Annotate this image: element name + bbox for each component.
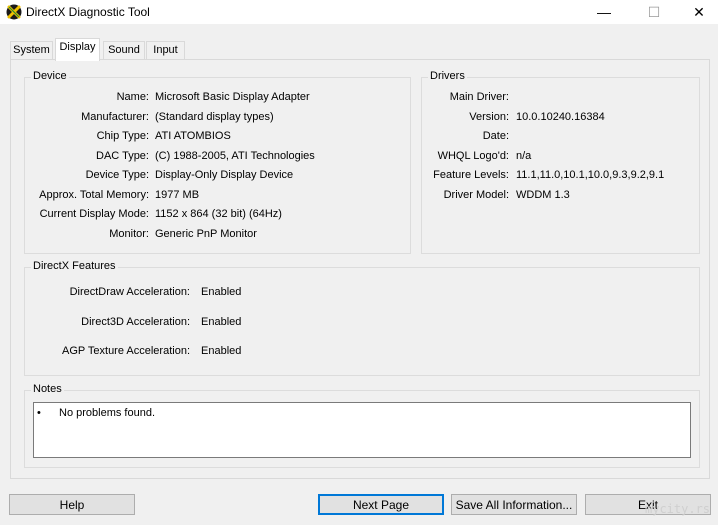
- driver-row-label: Version:: [469, 110, 509, 123]
- notes-textbox[interactable]: • No problems found.: [33, 402, 691, 458]
- device-row-value: Display-Only Display Device: [155, 169, 294, 181]
- device-row-value: 1977 MB: [155, 188, 200, 201]
- driver-row-label: Main Driver:: [449, 91, 509, 103]
- device-row-value: (C) 1988-2005, ATI Technologies: [155, 149, 315, 162]
- device-row-label: Approx. Total Memory:: [39, 188, 149, 201]
- tab-system[interactable]: System: [10, 41, 53, 60]
- device-group: Device Name: Microsoft Basic Display Adap…: [24, 70, 411, 254]
- device-row: Monitor: Generic PnP Monitor: [25, 228, 410, 242]
- device-row-label: Monitor:: [109, 227, 149, 240]
- help-button[interactable]: Help: [9, 494, 135, 515]
- driver-row-label: Feature Levels:: [433, 169, 509, 181]
- minimize-icon: —: [597, 4, 611, 20]
- directx-feature-row-label: Direct3D Acceleration:: [81, 315, 190, 328]
- tab-input[interactable]: Input: [146, 41, 185, 60]
- directx-app-icon: [6, 4, 22, 20]
- driver-row: WHQL Logo'd: n/a: [422, 150, 699, 164]
- device-row-value: ATI ATOMBIOS: [155, 130, 231, 142]
- directx-feature-row: AGP Texture Acceleration: Enabled: [25, 345, 699, 359]
- directx-feature-row-label: DirectDraw Acceleration:: [69, 286, 190, 298]
- directx-feature-row-value: Enabled: [201, 315, 242, 328]
- display-panel: Device Name: Microsoft Basic Display Adap…: [10, 59, 710, 479]
- title-bar: DirectX Diagnostic Tool — ☐ ✕: [0, 0, 718, 24]
- driver-row: Driver Model: WDDM 1.3: [422, 189, 699, 203]
- driver-row: Date:: [422, 130, 699, 144]
- directx-feature-row-value: Enabled: [201, 286, 242, 298]
- driver-row-label: Date:: [482, 130, 509, 142]
- driver-row-label: Driver Model:: [443, 188, 509, 201]
- directx-feature-row-value: Enabled: [201, 345, 242, 357]
- device-row: Name: Microsoft Basic Display Adapter: [25, 91, 410, 105]
- drivers-group-title: Drivers: [428, 70, 467, 82]
- save-all-information-button[interactable]: Save All Information...: [451, 494, 577, 515]
- directx-features-group: DirectX Features DirectDraw Acceleration…: [24, 260, 700, 376]
- device-row-value: Generic PnP Monitor: [155, 227, 257, 240]
- directx-feature-row: DirectDraw Acceleration: Enabled: [25, 286, 699, 300]
- driver-row-label: WHQL Logo'd:: [437, 149, 509, 162]
- driver-row: Feature Levels: 11.1,11.0,10.1,10.0,9.3,9…: [422, 169, 699, 183]
- device-row-label: DAC Type:: [96, 149, 149, 162]
- window-title: DirectX Diagnostic Tool: [26, 5, 150, 19]
- directx-feature-row-label: AGP Texture Acceleration:: [62, 345, 190, 357]
- device-row-value: 1152 x 864 (32 bit) (64Hz): [155, 208, 282, 220]
- tab-display[interactable]: Display: [55, 38, 100, 61]
- maximize-icon: ☐: [647, 3, 661, 20]
- device-row: Approx. Total Memory: 1977 MB: [25, 189, 410, 203]
- directx-features-title: DirectX Features: [31, 260, 118, 272]
- device-row-value: (Standard display types): [155, 110, 274, 123]
- close-button[interactable]: ✕: [676, 0, 718, 24]
- driver-row-value: 11.1,11.0,10.1,10.0,9.3,9.2,9.1: [516, 169, 665, 181]
- driver-row-value: WDDM 1.3: [516, 188, 570, 201]
- device-row: DAC Type: (C) 1988-2005, ATI Technologies: [25, 150, 410, 164]
- driver-row-value: n/a: [516, 149, 532, 162]
- device-row-label: Manufacturer:: [81, 110, 149, 123]
- device-row-label: Device Type:: [85, 169, 149, 181]
- device-row: Chip Type: ATI ATOMBIOS: [25, 130, 410, 144]
- minimize-button[interactable]: —: [581, 0, 627, 24]
- driver-row: Version: 10.0.10240.16384: [422, 111, 699, 125]
- device-row: Device Type: Display-Only Display Device: [25, 169, 410, 183]
- directx-feature-row: Direct3D Acceleration: Enabled: [25, 316, 699, 330]
- notes-group: Notes • No problems found.: [24, 383, 700, 468]
- notes-text: No problems found.: [59, 407, 155, 419]
- notes-group-title: Notes: [31, 383, 64, 395]
- device-row-label: Name:: [116, 91, 149, 103]
- notes-bullet: •: [37, 407, 41, 419]
- next-page-button[interactable]: Next Page: [318, 494, 444, 515]
- device-row-label: Current Display Mode:: [39, 208, 149, 220]
- watermark: mycity.rs: [645, 502, 711, 516]
- device-row: Manufacturer: (Standard display types): [25, 111, 410, 125]
- driver-row-value: 10.0.10240.16384: [516, 110, 605, 123]
- device-row-value: Microsoft Basic Display Adapter: [155, 91, 310, 103]
- close-icon: ✕: [693, 3, 705, 20]
- driver-row: Main Driver:: [422, 91, 699, 105]
- maximize-button[interactable]: ☐: [631, 0, 677, 24]
- device-group-title: Device: [31, 70, 69, 82]
- device-row: Current Display Mode: 1152 x 864 (32 bit)…: [25, 208, 410, 222]
- tab-sound[interactable]: Sound: [103, 41, 145, 60]
- device-row-label: Chip Type:: [96, 130, 149, 142]
- drivers-group: Drivers Main Driver: Version: 10.0.10240.1…: [421, 70, 700, 254]
